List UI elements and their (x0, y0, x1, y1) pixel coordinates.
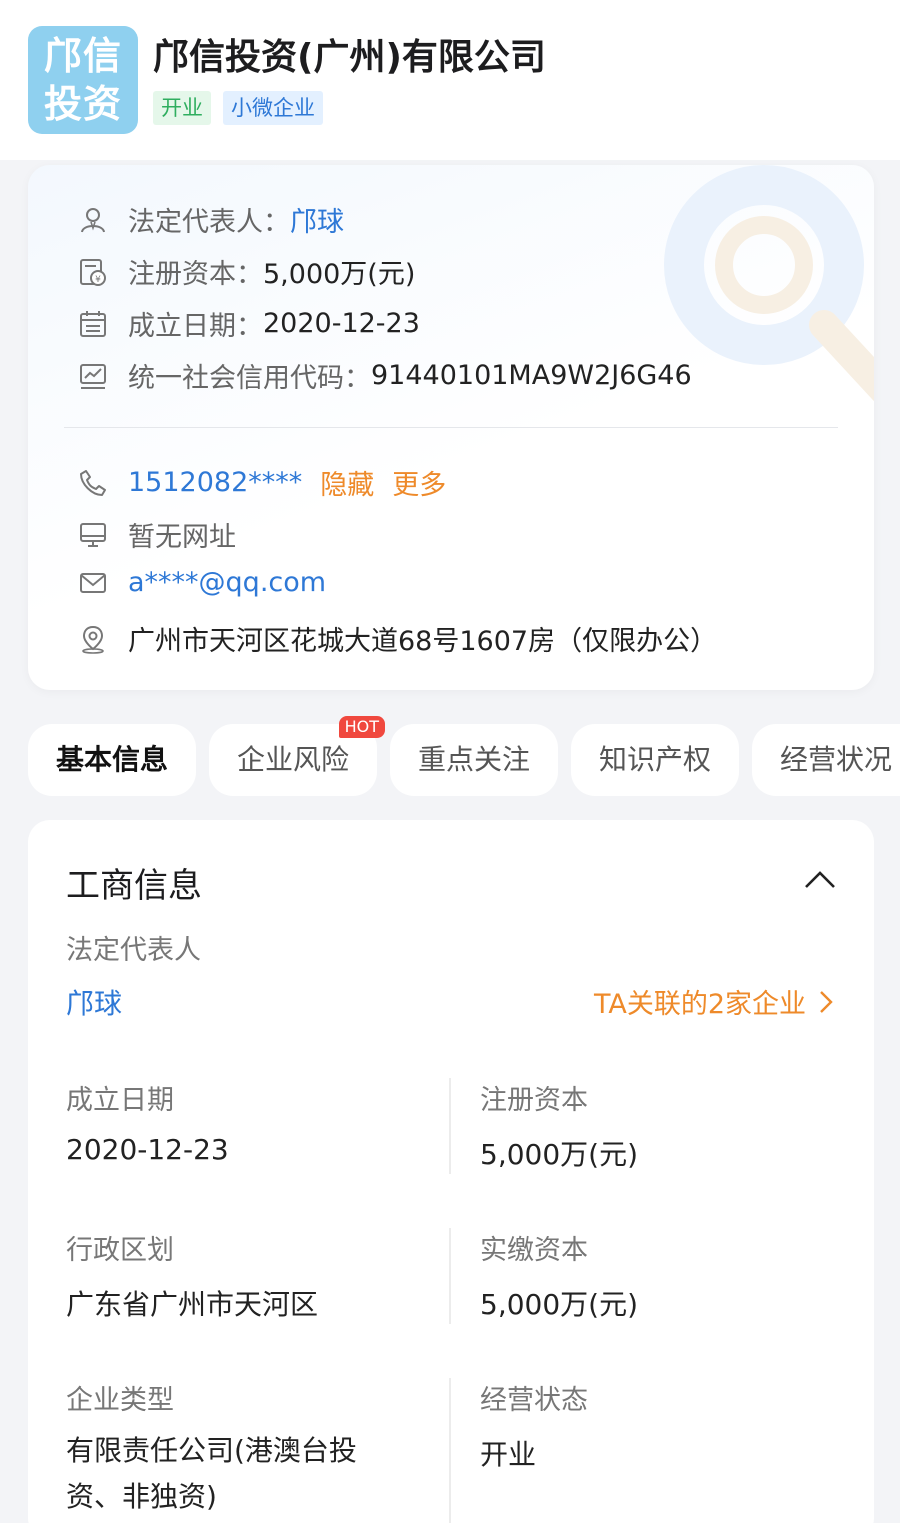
tab-operating-status[interactable]: 经营状况 (752, 724, 900, 796)
section-tabs: 基本信息 企业风险 HOT 重点关注 知识产权 经营状况 (28, 716, 900, 796)
website-row: 暂无网址 (78, 515, 236, 554)
email-row: a****@qq.com (78, 567, 326, 598)
column-divider (449, 1078, 451, 1174)
phone-more-button[interactable]: 更多 (392, 463, 446, 502)
founded-value: 2020-12-23 (263, 308, 420, 339)
svg-text:¥: ¥ (95, 275, 101, 285)
calendar-icon (78, 309, 108, 339)
tab-key-focus-label: 重点关注 (417, 743, 530, 776)
legal-rep-row: 法定代表人： 邝球 (78, 200, 344, 239)
tab-key-focus[interactable]: 重点关注 (390, 724, 558, 796)
size-tag: 小微企业 (223, 91, 323, 125)
mail-icon (78, 568, 108, 598)
tab-basic-info[interactable]: 基本信息 (28, 724, 196, 796)
legal-rep-field-link[interactable]: 邝球 (66, 982, 122, 1022)
credit-code-row: 统一社会信用代码： 91440101MA9W2J6G46 (78, 356, 692, 395)
tab-intellectual-property[interactable]: 知识产权 (571, 724, 739, 796)
person-icon (78, 205, 108, 235)
region-field-value: 广东省广州市天河区 (66, 1288, 319, 1321)
column-divider (449, 1378, 451, 1523)
company-tags: 开业 小微企业 (153, 91, 323, 125)
paid-capital-field-label: 实缴资本 (480, 1235, 588, 1266)
address-row: 广州市天河区花城大道68号1607房（仅限办公） (78, 619, 717, 658)
reg-capital-field-label: 注册资本 (480, 1085, 588, 1116)
related-companies-label: TA关联的2家企业 (593, 989, 806, 1020)
phone-row: 1512082**** 隐藏 更多 (78, 463, 446, 502)
founded-field-value: 2020-12-23 (66, 1133, 229, 1166)
logo-line-2: 投资 (43, 82, 122, 126)
company-type-field-value: 有限责任公司(港澳台投资、非独资) (66, 1434, 357, 1513)
region-field-label: 行政区划 (66, 1235, 174, 1266)
company-logo: 邝信 投资 (28, 26, 138, 134)
capital-label: 注册资本： (128, 259, 263, 290)
capital-value: 5,000万(元) (263, 259, 416, 290)
tab-intellectual-property-label: 知识产权 (598, 743, 711, 776)
money-document-icon: ¥ (78, 257, 108, 287)
founded-label: 成立日期： (128, 311, 263, 342)
founded-row: 成立日期： 2020-12-23 (78, 304, 420, 343)
logo-line-1: 邝信 (43, 34, 122, 78)
phone-number-link[interactable]: 1512082**** (128, 467, 302, 498)
company-name: 邝信投资(广州)有限公司 (153, 37, 546, 78)
phone-hide-button[interactable]: 隐藏 (320, 463, 374, 502)
business-info-title: 工商信息 (66, 866, 202, 906)
company-header: 邝信 投资 邝信投资(广州)有限公司 开业 小微企业 (0, 0, 900, 160)
credit-code-label: 统一社会信用代码： (128, 363, 371, 394)
hot-badge: HOT (338, 716, 385, 738)
tab-enterprise-risk[interactable]: 企业风险 HOT (209, 716, 385, 796)
paid-capital-field-value: 5,000万(元) (480, 1288, 639, 1321)
company-info-card: 法定代表人： 邝球 ¥ 注册资本： 5,000万(元) 成立日期： 2020-1… (28, 165, 874, 690)
chevron-up-icon[interactable] (803, 865, 837, 891)
business-info-card: 工商信息 法定代表人 邝球 TA关联的2家企业 成立日期 2020-12-23 … (28, 820, 874, 1523)
status-tag: 开业 (153, 91, 211, 125)
phone-icon (78, 468, 108, 498)
address-value[interactable]: 广州市天河区花城大道68号1607房（仅限办公） (128, 619, 717, 658)
company-type-field-label: 企业类型 (66, 1385, 174, 1416)
capital-row: ¥ 注册资本： 5,000万(元) (78, 252, 415, 291)
legal-rep-field-label: 法定代表人 (66, 935, 201, 966)
email-link[interactable]: a****@qq.com (128, 567, 326, 598)
tab-enterprise-risk-label: 企业风险 (236, 743, 349, 776)
monitor-icon (78, 520, 108, 550)
related-companies-link[interactable]: TA关联的2家企业 (594, 982, 834, 1021)
website-value: 暂无网址 (128, 522, 236, 553)
founded-field-label: 成立日期 (66, 1085, 174, 1116)
tab-basic-info-label: 基本信息 (55, 743, 168, 776)
legal-rep-link[interactable]: 邝球 (290, 200, 344, 239)
location-pin-icon (78, 624, 108, 654)
status-field-value: 开业 (480, 1438, 537, 1471)
tab-operating-status-label: 经营状况 (780, 743, 893, 776)
chevron-right-icon (820, 990, 833, 1013)
status-field-label: 经营状态 (480, 1385, 588, 1416)
info-divider (64, 427, 838, 428)
chart-card-icon (78, 361, 108, 391)
credit-code-value: 91440101MA9W2J6G46 (371, 360, 692, 391)
column-divider (449, 1228, 451, 1324)
legal-rep-label: 法定代表人： (128, 207, 290, 238)
reg-capital-field-value: 5,000万(元) (480, 1138, 639, 1171)
